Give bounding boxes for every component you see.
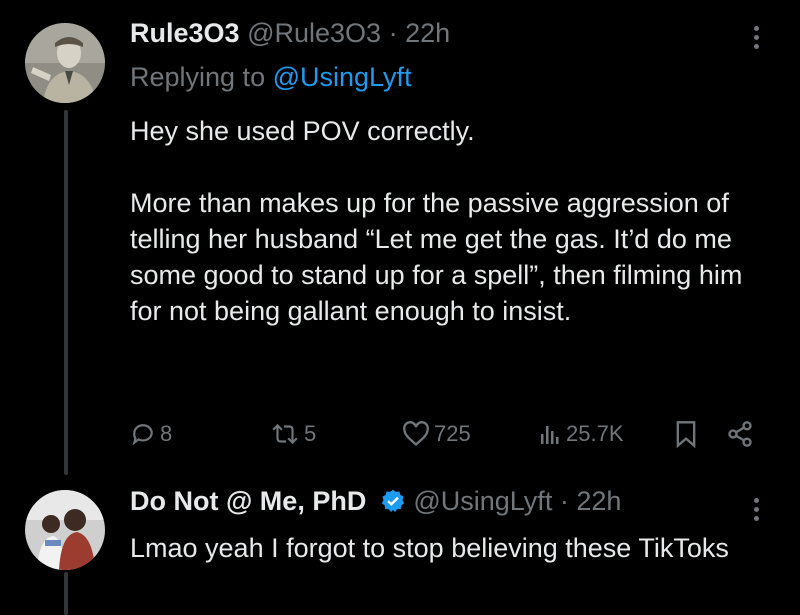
tweet-header: Rule3O3 @Rule3O3 · 22h <box>130 18 450 49</box>
display-name[interactable]: Rule3O3 <box>130 18 240 48</box>
tweet-text: Lmao yeah I forgot to stop believing the… <box>130 530 780 566</box>
separator: · <box>388 18 398 48</box>
handle[interactable]: @Rule3O3 <box>247 18 381 48</box>
thread-line-top <box>64 110 68 475</box>
more-vertical-icon[interactable] <box>748 26 764 49</box>
views-bar-icon <box>538 421 562 447</box>
repost-count: 5 <box>304 421 317 446</box>
timestamp[interactable]: 22h <box>405 18 450 48</box>
repost-button[interactable]: 5 <box>270 418 316 450</box>
share-button[interactable] <box>726 418 754 450</box>
more-vertical-icon[interactable] <box>748 498 764 521</box>
tweet-actions: 8 5 725 25.7K <box>130 418 770 450</box>
bookmark-icon <box>674 420 698 448</box>
avatar[interactable] <box>25 23 105 103</box>
timestamp[interactable]: 22h <box>576 486 621 516</box>
tweet-paragraph: More than makes up for the passive aggre… <box>130 188 743 326</box>
views-button[interactable]: 25.7K <box>538 418 624 450</box>
tweet-paragraph: Lmao yeah I forgot to stop believing the… <box>130 533 729 563</box>
repost-icon <box>270 421 300 447</box>
handle[interactable]: @UsingLyft <box>413 486 552 516</box>
replying-handle-link[interactable]: @UsingLyft <box>273 62 412 92</box>
display-name[interactable]: Do Not @ Me, PhD <box>130 486 366 516</box>
replying-label: Replying to <box>130 62 266 92</box>
bookmark-button[interactable] <box>674 418 698 450</box>
views-count: 25.7K <box>566 421 624 446</box>
tweet-text: Hey she used POV correctly. More than ma… <box>130 113 780 329</box>
comment-icon <box>130 421 156 447</box>
share-icon <box>726 420 754 448</box>
tweet-paragraph: Hey she used POV correctly. <box>130 116 475 146</box>
reply-button[interactable]: 8 <box>130 418 172 450</box>
separator: · <box>559 486 569 516</box>
replying-to: Replying to @UsingLyft <box>130 62 412 93</box>
tweet-header: Do Not @ Me, PhD @UsingLyft · 22h <box>130 486 621 521</box>
thread-line-bottom <box>64 572 68 615</box>
like-count: 725 <box>434 421 471 446</box>
reply-count: 8 <box>160 421 173 446</box>
avatar[interactable] <box>25 490 105 570</box>
verified-badge-icon <box>380 488 406 521</box>
like-button[interactable]: 725 <box>402 418 471 450</box>
heart-icon <box>402 421 430 447</box>
